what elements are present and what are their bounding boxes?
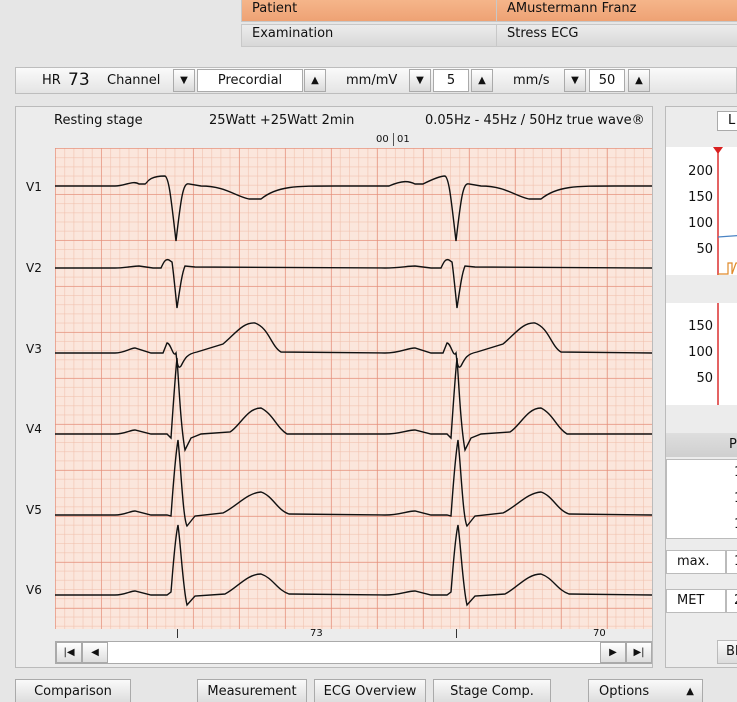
patient-row: Patient AMustermann Franz [241, 0, 737, 22]
options-button[interactable]: Options ▲ [588, 679, 703, 702]
ecg-traces [55, 175, 652, 607]
speed-label: mm/s [513, 73, 550, 88]
bp-trend-lines [717, 303, 719, 405]
ecg-toolbar: HR 73 Channel ▼ Precordial ▲ mm/mV ▼ 5 ▲… [15, 67, 737, 94]
scroll-first-button[interactable]: |◀ [56, 642, 82, 663]
triangle-up-icon: ▲ [311, 75, 319, 86]
stage-comp-tab[interactable]: Stage Comp. [433, 679, 551, 702]
ecg-trace-v3 [55, 322, 652, 368]
triangle-down-icon: ▼ [416, 75, 424, 86]
triangle-up-icon: ▲ [635, 75, 643, 86]
rr-value-2: 70 [593, 628, 606, 639]
channel-down-button[interactable]: ▼ [173, 69, 195, 92]
trend-panel: L 200 150 100 50 150 100 50 P 1 1 1 max.… [665, 106, 737, 668]
lead-label-v1: V1 [26, 180, 42, 194]
speed-field[interactable]: 50 [589, 69, 625, 92]
bp-trend-chart: 150 100 50 [666, 303, 737, 405]
measurement-tab[interactable]: Measurement [197, 679, 307, 702]
hr-label: HR [42, 73, 61, 88]
triangle-right-icon: ▶ [609, 647, 617, 658]
triangle-down-icon: ▼ [180, 75, 188, 86]
triangle-up-icon: ▲ [686, 686, 694, 697]
max-value: 1 [726, 550, 737, 574]
lead-label-v2: V2 [26, 261, 42, 275]
trend-tab[interactable]: L [717, 111, 737, 131]
ecg-trace-v2 [55, 258, 652, 309]
skip-forward-icon: ▶| [633, 647, 645, 658]
comparison-tab[interactable]: Comparison [15, 679, 131, 702]
stage-label: Resting stage [54, 113, 143, 128]
filter-label: 0.05Hz - 45Hz / 50Hz true wave® [425, 113, 645, 128]
hr-trend-lines [713, 147, 737, 275]
ecg-overview-tab[interactable]: ECG Overview [314, 679, 426, 702]
channel-select[interactable]: Precordial [197, 69, 303, 92]
values-table-header: P [666, 433, 737, 457]
time-mark-right: 01 [397, 134, 410, 145]
triangle-up-icon: ▲ [478, 75, 486, 86]
ecg-trace-v4 [55, 357, 652, 453]
lead-label-v3: V3 [26, 342, 42, 356]
patient-name: AMustermann Franz [497, 0, 737, 22]
ecg-trace-v1 [55, 175, 652, 242]
lead-label-v4: V4 [26, 422, 42, 436]
triangle-down-icon: ▼ [571, 75, 579, 86]
max-label: max. [666, 550, 726, 574]
patient-label: Patient [241, 0, 497, 22]
triangle-left-icon: ◀ [91, 647, 99, 658]
time-mark-left: 00 [376, 134, 389, 145]
gain-field[interactable]: 5 [433, 69, 469, 92]
r-peak-mark-2 [456, 629, 457, 638]
ecg-trace-v6 [55, 524, 652, 607]
examination-label: Examination [241, 24, 497, 47]
speed-up-button[interactable]: ▲ [628, 69, 650, 92]
ecg-trace-v5 [55, 439, 652, 528]
gain-down-button[interactable]: ▼ [409, 69, 431, 92]
met-value: 2 [726, 589, 737, 613]
hr-trend-chart: 200 150 100 50 [666, 147, 737, 275]
lead-label-v6: V6 [26, 583, 42, 597]
ecg-scrollbar[interactable]: |◀ ◀ ▶ ▶| [55, 641, 652, 664]
values-table: 1 1 1 [666, 459, 737, 539]
rr-ruler: 73 70 [55, 628, 652, 641]
channel-label: Channel [107, 73, 161, 88]
gain-up-button[interactable]: ▲ [471, 69, 493, 92]
examination-type: Stress ECG [497, 24, 737, 47]
lead-label-v5: V5 [26, 503, 42, 517]
time-divider [393, 133, 394, 146]
protocol-label: 25Watt +25Watt 2min [209, 113, 355, 128]
bp-button[interactable]: BP [717, 640, 737, 664]
channel-up-button[interactable]: ▲ [304, 69, 326, 92]
hr-value: 73 [68, 70, 90, 90]
examination-row: Examination Stress ECG [241, 24, 737, 47]
skip-back-icon: |◀ [63, 647, 75, 658]
scroll-next-button[interactable]: ▶ [600, 642, 626, 663]
scroll-last-button[interactable]: ▶| [626, 642, 652, 663]
speed-down-button[interactable]: ▼ [564, 69, 586, 92]
ecg-panel: Resting stage 25Watt +25Watt 2min 0.05Hz… [15, 106, 653, 668]
gain-label: mm/mV [346, 73, 398, 88]
scroll-prev-button[interactable]: ◀ [82, 642, 108, 663]
rr-value-1: 73 [310, 628, 323, 639]
ecg-grid[interactable] [55, 148, 652, 629]
options-label: Options [599, 684, 650, 699]
met-label: MET [666, 589, 726, 613]
r-peak-mark-1 [177, 629, 178, 638]
